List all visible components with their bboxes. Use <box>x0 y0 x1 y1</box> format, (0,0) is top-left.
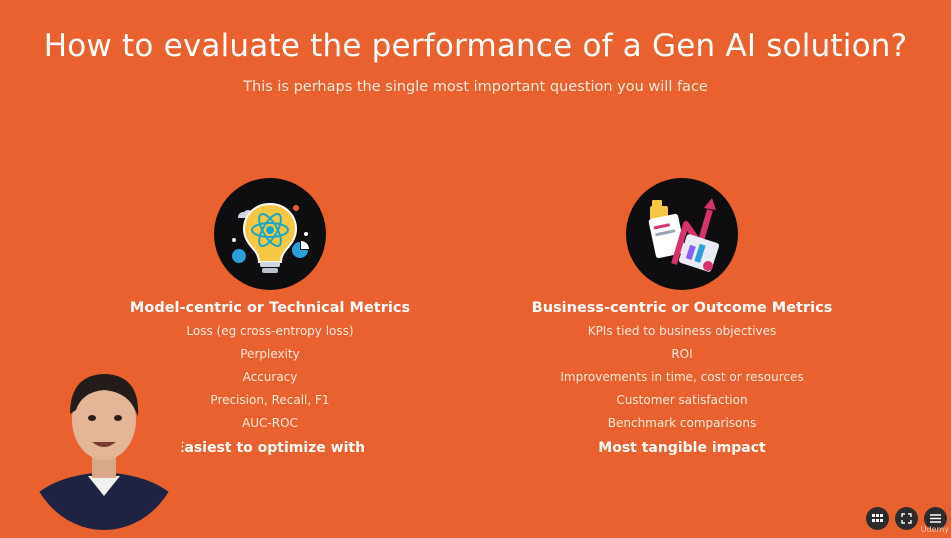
technical-metrics-heading: Model-centric or Technical Metrics <box>129 300 411 316</box>
lightbulb-atom-icon <box>214 178 326 290</box>
metric-item: KPIs tied to business objectives <box>587 324 777 338</box>
metric-item: Perplexity <box>240 347 300 361</box>
slide-subtitle: This is perhaps the single most importan… <box>243 79 708 95</box>
udemy-watermark: Udemy <box>920 525 949 534</box>
business-metrics-column: Business-centric or Outcome Metrics KPIs… <box>517 178 847 456</box>
fullscreen-icon[interactable] <box>895 507 918 530</box>
metric-item: Improvements in time, cost or resources <box>560 370 804 384</box>
metric-item: Customer satisfaction <box>616 393 748 407</box>
metric-item: ROI <box>671 347 693 361</box>
metric-item: Loss (eg cross-entropy loss) <box>186 324 354 338</box>
business-metrics-heading: Business-centric or Outcome Metrics <box>531 300 833 316</box>
metric-item: Benchmark comparisons <box>607 416 757 430</box>
business-charts-icon <box>626 178 738 290</box>
presenter-video <box>26 356 182 530</box>
slide-title: How to evaluate the performance of a Gen… <box>43 28 908 64</box>
business-metrics-summary: Most tangible impact <box>598 440 766 456</box>
grid-icon[interactable] <box>866 507 889 530</box>
